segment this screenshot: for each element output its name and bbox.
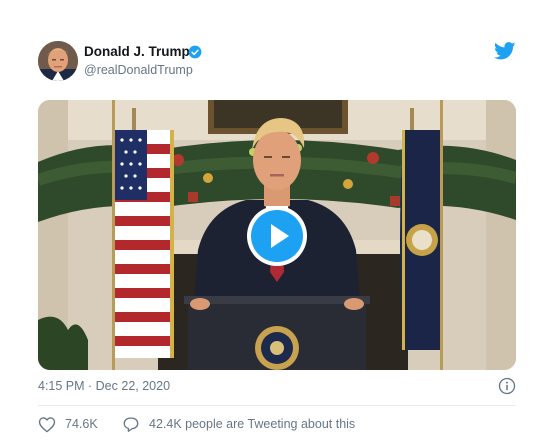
- video-player[interactable]: [38, 100, 516, 370]
- avatar[interactable]: [38, 41, 78, 81]
- divider: [38, 405, 516, 406]
- author-handle[interactable]: @realDonaldTrump: [84, 63, 193, 77]
- info-icon[interactable]: [498, 377, 516, 395]
- speech-bubble-icon: [123, 417, 139, 432]
- tweet-timestamp[interactable]: 4:15 PM · Dec 22, 2020: [38, 379, 170, 393]
- play-button[interactable]: [247, 206, 307, 266]
- twitter-bird-icon[interactable]: [494, 42, 516, 60]
- tweet-card: Donald J. Trump @realDonaldTrump 4:15 PM…: [0, 0, 538, 448]
- like-count: 74.6K: [65, 417, 98, 431]
- verified-badge-icon: [188, 45, 202, 59]
- author-display-name[interactable]: Donald J. Trump: [84, 44, 190, 59]
- tweeting-about-text: 42.4K people are Tweeting about this: [149, 417, 356, 431]
- play-icon: [251, 210, 303, 262]
- avatar-photo: [38, 41, 78, 81]
- heart-icon: [38, 417, 56, 433]
